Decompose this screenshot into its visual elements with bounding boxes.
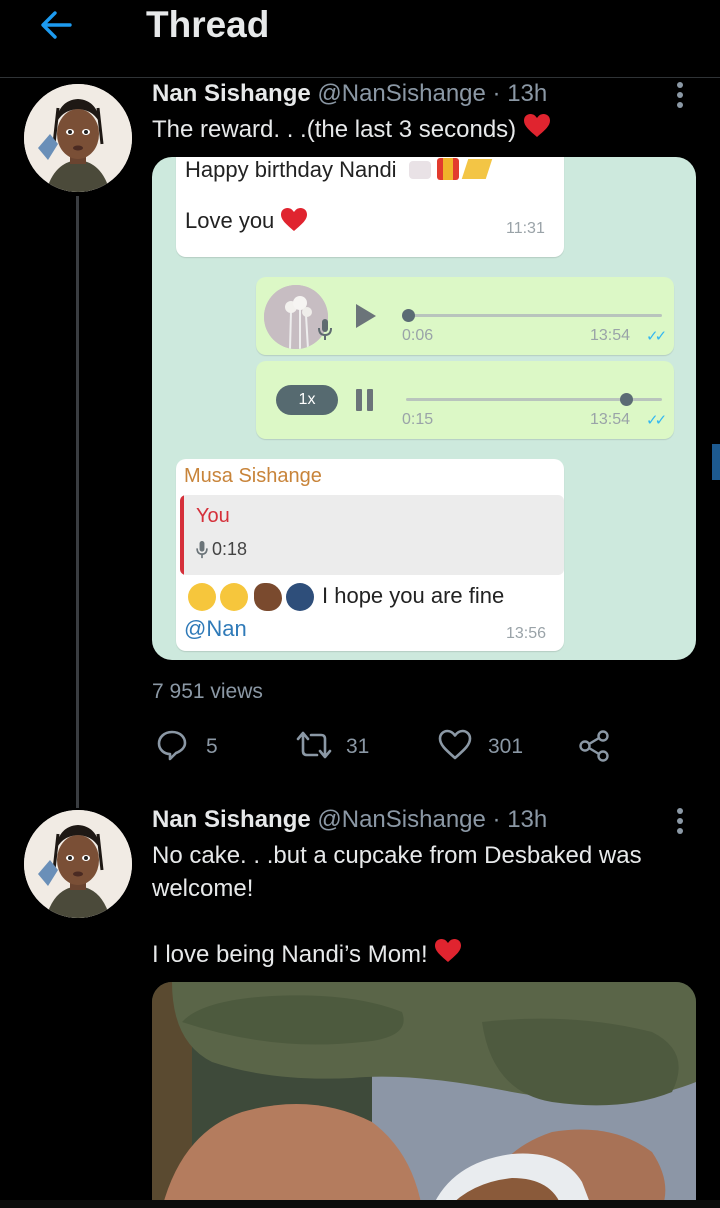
thread-connector-line xyxy=(76,196,79,808)
chat-line-2: Love you xyxy=(185,208,275,233)
voice-progress-knob[interactable] xyxy=(402,309,415,322)
back-button[interactable] xyxy=(36,5,76,45)
quote-author: You xyxy=(196,505,230,527)
more-options-button[interactable] xyxy=(670,82,690,112)
chat-message-incoming: Happy birthday Nandi Love you 11:31 xyxy=(176,157,564,257)
author-handle[interactable]: @NanSishange xyxy=(317,806,485,833)
quote-duration: 0:18 xyxy=(212,539,248,559)
mention-link[interactable]: @Nan xyxy=(184,616,247,642)
playback-speed-button[interactable]: 1x xyxy=(276,385,338,415)
retweet-button[interactable]: 31 xyxy=(296,729,376,765)
tweet-time[interactable]: 13h xyxy=(507,806,547,833)
like-button[interactable]: 301 xyxy=(438,729,528,765)
tweet-text-line: I love being Nandi’s Mom! xyxy=(152,941,428,968)
dot xyxy=(677,102,683,108)
separator-dot: · xyxy=(492,806,501,833)
author-name[interactable]: Nan Sishange xyxy=(152,80,311,107)
dot xyxy=(677,828,683,834)
voice-progress-knob[interactable] xyxy=(619,393,633,406)
chat-message-text: Love you xyxy=(185,207,308,234)
party-emojis-icon xyxy=(403,157,493,181)
dot xyxy=(677,818,683,824)
message-time: 11:31 xyxy=(506,220,545,237)
tweet-header: Nan Sishange @NanSishange · 13h xyxy=(152,80,547,108)
avatar[interactable] xyxy=(24,84,132,192)
tweet-text-line: The reward. . .(the last 3 seconds) xyxy=(152,116,517,143)
voice-duration: 0:15 xyxy=(402,411,434,428)
reply-sender-name: Musa Sishange xyxy=(184,465,322,487)
tweet-media-photo[interactable] xyxy=(152,982,696,1208)
view-count: 7 951 views xyxy=(152,680,263,703)
bottom-edge xyxy=(0,1200,720,1208)
laughing-emoji-icon xyxy=(188,583,216,611)
avatar[interactable] xyxy=(24,810,132,918)
reply-count: 5 xyxy=(206,735,218,758)
tweet-text-line: No cake. . .but a cupcake from Desbaked … xyxy=(152,842,642,869)
clapping-hands-icon xyxy=(254,583,282,611)
voice-note-outgoing[interactable]: 0:06 13:54 ✓✓ xyxy=(256,277,674,355)
read-receipt-icon: ✓✓ xyxy=(646,328,667,345)
share-icon xyxy=(579,730,609,762)
tweet-time[interactable]: 13h xyxy=(507,80,547,107)
scroll-indicator xyxy=(712,444,720,480)
chat-message-text: Happy birthday Nandi xyxy=(185,157,493,183)
top-bar: Thread xyxy=(0,0,720,78)
retweet-count: 31 xyxy=(346,735,370,758)
chat-line-1: Happy birthday Nandi xyxy=(185,157,397,182)
message-time: 13:56 xyxy=(506,625,547,642)
like-count: 301 xyxy=(488,735,524,758)
quoted-message[interactable]: You 0:18 xyxy=(180,495,564,575)
voice-progress-track[interactable] xyxy=(406,314,662,317)
heart-outline-icon xyxy=(438,729,472,760)
red-heart-icon xyxy=(281,208,308,231)
tweet-text: The reward. . .(the last 3 seconds) xyxy=(152,113,551,146)
read-receipt-icon: ✓✓ xyxy=(646,412,667,429)
voice-duration: 0:06 xyxy=(402,327,434,344)
tweet-text-line: welcome! xyxy=(152,875,254,902)
author-handle[interactable]: @NanSishange xyxy=(317,80,485,107)
red-heart-icon xyxy=(523,114,550,137)
quote-accent-bar xyxy=(180,495,184,575)
pause-icon[interactable] xyxy=(356,389,376,411)
share-button[interactable] xyxy=(578,729,614,765)
dot xyxy=(677,82,683,88)
person-emoji-icon xyxy=(286,583,314,611)
tweet-header: Nan Sishange @NanSishange · 13h xyxy=(152,806,547,834)
arrow-left-icon xyxy=(41,11,72,39)
laughing-emoji-icon xyxy=(220,583,248,611)
tweet-text: No cake. . .but a cupcake from Desbaked … xyxy=(152,839,642,971)
play-icon[interactable] xyxy=(356,304,376,328)
reply-button[interactable]: 5 xyxy=(156,729,226,765)
message-time: 13:54 xyxy=(590,411,631,428)
tweet-media-chat-screenshot[interactable]: Happy birthday Nandi Love you 11:31 0:06… xyxy=(152,157,696,660)
dot xyxy=(677,92,683,98)
message-time: 13:54 xyxy=(590,327,631,344)
reply-text: I hope you are fine xyxy=(322,583,505,608)
author-name[interactable]: Nan Sishange xyxy=(152,806,311,833)
retweet-icon xyxy=(296,731,332,759)
reply-icon xyxy=(157,730,187,761)
microphone-icon xyxy=(196,541,208,559)
voice-note-outgoing[interactable]: 1x 0:15 13:54 ✓✓ xyxy=(256,361,674,439)
chat-message-incoming-reply: Musa Sishange You 0:18 I hope you are fi… xyxy=(176,459,564,651)
page-title: Thread xyxy=(146,4,270,45)
microphone-icon xyxy=(318,319,332,340)
red-heart-icon xyxy=(435,939,462,962)
more-options-button[interactable] xyxy=(670,808,690,838)
separator-dot: · xyxy=(492,80,501,107)
dot xyxy=(677,808,683,814)
